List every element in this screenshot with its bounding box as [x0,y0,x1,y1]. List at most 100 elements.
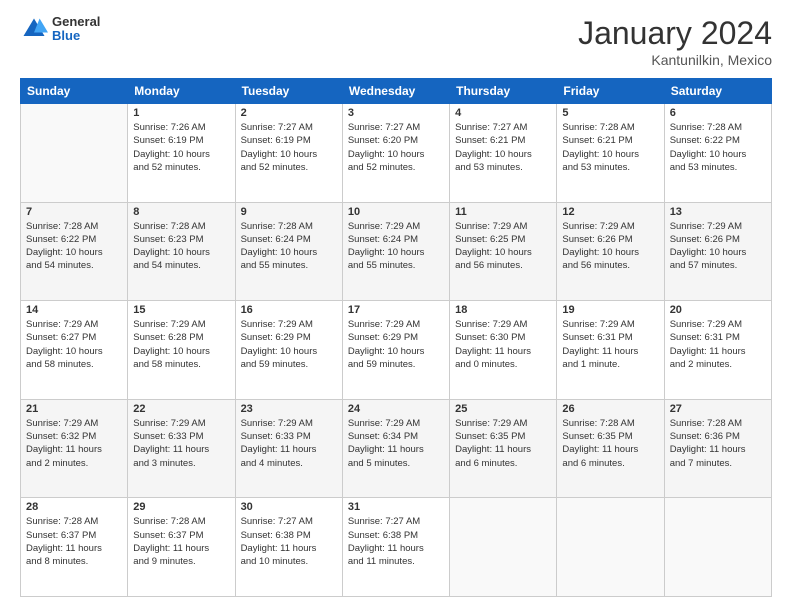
calendar-cell: 21 Sunrise: 7:29 AMSunset: 6:32 PMDayligh… [21,399,128,498]
calendar-cell: 26 Sunrise: 7:28 AMSunset: 6:35 PMDayligh… [557,399,664,498]
day-of-week-saturday: Saturday [664,79,771,104]
day-number: 8 [133,206,229,218]
day-info: Sunrise: 7:29 AMSunset: 6:30 PMDaylight:… [455,318,551,371]
day-number: 4 [455,107,551,119]
calendar-table: SundayMondayTuesdayWednesdayThursdayFrid… [20,78,772,597]
day-number: 10 [348,206,444,218]
calendar-cell: 22Sunrise: 7:29 AMSunset: 6:33 PMDayligh… [128,399,235,498]
calendar-cell [664,498,771,597]
day-info: Sunrise: 7:26 AMSunset: 6:19 PMDaylight:… [133,121,229,174]
day-info: Sunrise: 7:28 AMSunset: 6:24 PMDaylight:… [241,220,337,273]
day-info: Sunrise: 7:27 AMSunset: 6:20 PMDaylight:… [348,121,444,174]
day-number: 22 [133,403,229,415]
calendar-header-row: SundayMondayTuesdayWednesdayThursdayFrid… [21,79,772,104]
calendar-week-row: 28Sunrise: 7:28 AMSunset: 6:37 PMDayligh… [21,498,772,597]
day-of-week-friday: Friday [557,79,664,104]
calendar-cell [21,104,128,203]
calendar-cell [450,498,557,597]
calendar-cell: 30 Sunrise: 7:27 AMSunset: 6:38 PMDayligh… [235,498,342,597]
day-info: Sunrise: 7:29 AMSunset: 6:28 PMDaylight:… [133,318,229,371]
day-of-week-wednesday: Wednesday [342,79,449,104]
day-number: 12 [562,206,658,218]
day-info: Sunrise: 7:29 AMSunset: 6:25 PMDaylight:… [455,220,551,273]
day-number: 9 [241,206,337,218]
calendar-cell: 25Sunrise: 7:29 AMSunset: 6:35 PMDayligh… [450,399,557,498]
calendar-cell: 14 Sunrise: 7:29 AMSunset: 6:27 PMDayligh… [21,301,128,400]
day-number: 24 [348,403,444,415]
day-number: 7 [26,206,122,218]
calendar-cell: 19Sunrise: 7:29 AMSunset: 6:31 PMDayligh… [557,301,664,400]
day-of-week-sunday: Sunday [21,79,128,104]
day-info: Sunrise: 7:28 AMSunset: 6:22 PMDaylight:… [670,121,766,174]
day-info: Sunrise: 7:29 AMSunset: 6:29 PMDaylight:… [348,318,444,371]
month-title: January 2024 [578,15,772,52]
page: General Blue January 2024 Kantunilkin, M… [0,0,792,612]
day-info: Sunrise: 7:28 AMSunset: 6:22 PMDaylight:… [26,220,122,273]
day-info: Sunrise: 7:29 AMSunset: 6:34 PMDaylight:… [348,417,444,470]
calendar-cell: 31Sunrise: 7:27 AMSunset: 6:38 PMDayligh… [342,498,449,597]
calendar-cell: 12 Sunrise: 7:29 AMSunset: 6:26 PMDayligh… [557,202,664,301]
calendar-cell: 20 Sunrise: 7:29 AMSunset: 6:31 PMDayligh… [664,301,771,400]
day-info: Sunrise: 7:28 AMSunset: 6:37 PMDaylight:… [133,515,229,568]
day-number: 6 [670,107,766,119]
day-number: 2 [241,107,337,119]
calendar-week-row: 7 Sunrise: 7:28 AMSunset: 6:22 PMDaylight… [21,202,772,301]
logo-icon [20,15,48,43]
logo-general: General [52,15,100,29]
day-info: Sunrise: 7:29 AMSunset: 6:31 PMDaylight:… [562,318,658,371]
day-number: 26 [562,403,658,415]
day-info: Sunrise: 7:29 AMSunset: 6:29 PMDaylight:… [241,318,337,371]
day-info: Sunrise: 7:28 AMSunset: 6:37 PMDaylight:… [26,515,122,568]
calendar-cell: 23Sunrise: 7:29 AMSunset: 6:33 PMDayligh… [235,399,342,498]
day-info: Sunrise: 7:27 AMSunset: 6:19 PMDaylight:… [241,121,337,174]
calendar-week-row: 21 Sunrise: 7:29 AMSunset: 6:32 PMDayligh… [21,399,772,498]
calendar-cell: 16 Sunrise: 7:29 AMSunset: 6:29 PMDayligh… [235,301,342,400]
day-info: Sunrise: 7:28 AMSunset: 6:21 PMDaylight:… [562,121,658,174]
calendar-cell: 4 Sunrise: 7:27 AMSunset: 6:21 PMDaylight… [450,104,557,203]
day-info: Sunrise: 7:28 AMSunset: 6:23 PMDaylight:… [133,220,229,273]
calendar-cell: 2 Sunrise: 7:27 AMSunset: 6:19 PMDaylight… [235,104,342,203]
calendar-week-row: 1 Sunrise: 7:26 AMSunset: 6:19 PMDaylight… [21,104,772,203]
calendar-cell: 24 Sunrise: 7:29 AMSunset: 6:34 PMDayligh… [342,399,449,498]
day-info: Sunrise: 7:29 AMSunset: 6:32 PMDaylight:… [26,417,122,470]
calendar-cell [557,498,664,597]
day-info: Sunrise: 7:27 AMSunset: 6:38 PMDaylight:… [241,515,337,568]
day-info: Sunrise: 7:29 AMSunset: 6:33 PMDaylight:… [241,417,337,470]
calendar-cell: 10Sunrise: 7:29 AMSunset: 6:24 PMDayligh… [342,202,449,301]
day-number: 3 [348,107,444,119]
calendar-cell: 7 Sunrise: 7:28 AMSunset: 6:22 PMDaylight… [21,202,128,301]
day-number: 30 [241,501,337,513]
calendar-cell: 5 Sunrise: 7:28 AMSunset: 6:21 PMDaylight… [557,104,664,203]
location: Kantunilkin, Mexico [578,52,772,68]
day-info: Sunrise: 7:27 AMSunset: 6:21 PMDaylight:… [455,121,551,174]
calendar-cell: 28Sunrise: 7:28 AMSunset: 6:37 PMDayligh… [21,498,128,597]
day-number: 20 [670,304,766,316]
day-number: 18 [455,304,551,316]
calendar-cell: 13Sunrise: 7:29 AMSunset: 6:26 PMDayligh… [664,202,771,301]
day-info: Sunrise: 7:28 AMSunset: 6:35 PMDaylight:… [562,417,658,470]
calendar-cell: 8 Sunrise: 7:28 AMSunset: 6:23 PMDaylight… [128,202,235,301]
day-info: Sunrise: 7:29 AMSunset: 6:31 PMDaylight:… [670,318,766,371]
day-number: 14 [26,304,122,316]
day-number: 31 [348,501,444,513]
day-info: Sunrise: 7:29 AMSunset: 6:27 PMDaylight:… [26,318,122,371]
day-info: Sunrise: 7:28 AMSunset: 6:36 PMDaylight:… [670,417,766,470]
logo-text: General Blue [52,15,100,44]
calendar-cell: 6 Sunrise: 7:28 AMSunset: 6:22 PMDaylight… [664,104,771,203]
day-number: 21 [26,403,122,415]
day-number: 17 [348,304,444,316]
day-number: 25 [455,403,551,415]
day-number: 5 [562,107,658,119]
day-of-week-monday: Monday [128,79,235,104]
day-of-week-tuesday: Tuesday [235,79,342,104]
day-number: 13 [670,206,766,218]
day-info: Sunrise: 7:29 AMSunset: 6:26 PMDaylight:… [562,220,658,273]
day-number: 16 [241,304,337,316]
calendar-cell: 29Sunrise: 7:28 AMSunset: 6:37 PMDayligh… [128,498,235,597]
logo-blue: Blue [52,29,100,43]
calendar-cell: 27Sunrise: 7:28 AMSunset: 6:36 PMDayligh… [664,399,771,498]
header: General Blue January 2024 Kantunilkin, M… [20,15,772,68]
day-number: 1 [133,107,229,119]
calendar-cell: 1 Sunrise: 7:26 AMSunset: 6:19 PMDaylight… [128,104,235,203]
calendar-cell: 9 Sunrise: 7:28 AMSunset: 6:24 PMDaylight… [235,202,342,301]
